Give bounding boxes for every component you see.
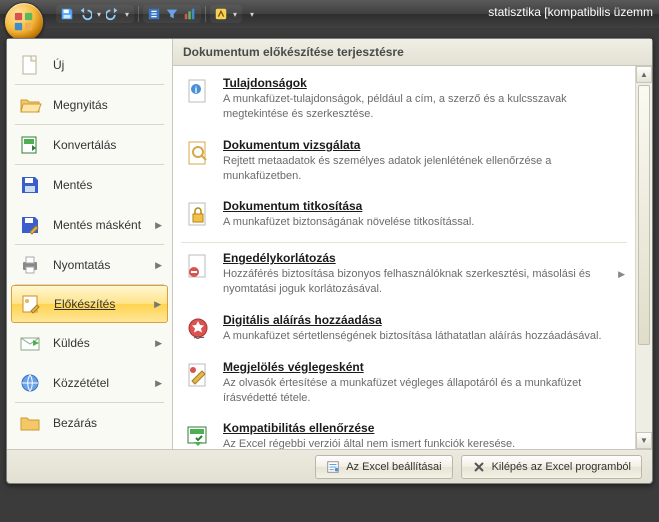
submenu-arrow-icon: ▶ xyxy=(155,260,162,271)
office-logo-icon xyxy=(13,11,35,33)
svg-text:i: i xyxy=(195,85,198,95)
close-folder-icon xyxy=(17,410,43,436)
qat-customize-icon[interactable]: ▾ xyxy=(244,6,260,22)
scroll-thumb[interactable] xyxy=(638,85,650,345)
excel-options-button[interactable]: Az Excel beállításai xyxy=(315,455,452,479)
item-desc: Az Excel régebbi verziói által nem ismer… xyxy=(223,437,625,449)
menu-label: Mentés másként xyxy=(53,218,141,232)
submenu-arrow-icon: ▶ xyxy=(618,269,625,280)
compatibility-icon xyxy=(183,421,213,449)
item-title: Dokumentum vizsgálata xyxy=(223,138,625,152)
save-icon[interactable] xyxy=(59,6,75,22)
scroll-down-button[interactable]: ▼ xyxy=(636,432,652,449)
office-menu-left: Új Megnyitás Konvertálás Mentés Mentés m… xyxy=(7,39,173,449)
submenu-arrow-icon: ▶ xyxy=(155,338,162,349)
redo-icon[interactable] xyxy=(105,6,121,22)
prepare-encrypt[interactable]: Dokumentum titkosítása A munkafüzet bizt… xyxy=(173,193,635,240)
publish-icon xyxy=(17,370,43,396)
item-desc: Az olvasók értesítése a munkafüzet végle… xyxy=(223,376,625,406)
exit-icon xyxy=(472,460,486,474)
chart-icon[interactable] xyxy=(182,6,198,22)
properties-icon: i xyxy=(183,76,213,106)
menu-item-save[interactable]: Mentés xyxy=(7,165,172,205)
item-title: Dokumentum titkosítása xyxy=(223,199,625,213)
office-menu-right: Dokumentum előkészítése terjesztésre i T… xyxy=(173,39,652,449)
signature-icon xyxy=(183,313,213,343)
dropdown-icon[interactable]: ▾ xyxy=(231,6,239,22)
item-desc: Rejtett metaadatok és személyes adatok j… xyxy=(223,154,625,184)
item-title: Megjelölés véglegesként xyxy=(223,360,625,374)
filter-icon[interactable] xyxy=(164,6,180,22)
submenu-arrow-icon: ▶ xyxy=(155,220,162,231)
quick-access-toolbar: ▾ ▾ ▾ ▾ xyxy=(56,5,260,23)
menu-label: Nyomtatás xyxy=(53,258,110,272)
office-menu-panel: Új Megnyitás Konvertálás Mentés Mentés m… xyxy=(6,38,653,484)
item-title: Digitális aláírás hozzáadása xyxy=(223,313,625,327)
scroll-track[interactable] xyxy=(636,83,652,432)
button-label: Az Excel beállításai xyxy=(346,461,441,473)
submenu-arrow-icon: ▶ xyxy=(154,299,161,310)
menu-item-close[interactable]: Bezárás xyxy=(7,403,172,443)
menu-label: Küldés xyxy=(53,336,90,350)
encrypt-icon xyxy=(183,199,213,229)
item-desc: A munkafüzet sértetlenségének biztosítás… xyxy=(223,329,625,344)
print-icon xyxy=(17,252,43,278)
menu-item-publish[interactable]: Közzététel ▶ xyxy=(7,363,172,403)
menu-label: Bezárás xyxy=(53,416,97,430)
submenu-arrow-icon: ▶ xyxy=(155,378,162,389)
window-title: statisztika [kompatibilis üzemm xyxy=(488,5,653,19)
item-title: Kompatibilitás ellenőrzése xyxy=(223,421,625,435)
separator xyxy=(181,242,627,243)
item-title: Tulajdonságok xyxy=(223,76,625,90)
menu-label: Megnyitás xyxy=(53,98,108,112)
menu-item-prepare[interactable]: Előkészítés ▶ xyxy=(11,285,168,323)
menu-label: Mentés xyxy=(53,178,92,192)
send-icon xyxy=(17,330,43,356)
office-menu-footer: Az Excel beállításai Kilépés az Excel pr… xyxy=(7,449,652,483)
item-desc: Hozzáférés biztosítása bizonyos felhaszn… xyxy=(223,267,608,297)
prepare-signature[interactable]: Digitális aláírás hozzáadása A munkafüze… xyxy=(173,307,635,354)
menu-item-save-as[interactable]: Mentés másként ▶ xyxy=(7,205,172,245)
prepare-inspect[interactable]: Dokumentum vizsgálata Rejtett metaadatok… xyxy=(173,132,635,194)
prepare-restrict[interactable]: Engedélykorlátozás Hozzáférés biztosítás… xyxy=(173,245,635,307)
button-label: Kilépés az Excel programból xyxy=(492,461,631,473)
menu-item-new[interactable]: Új xyxy=(7,45,172,85)
sort-icon[interactable] xyxy=(146,6,162,22)
prepare-properties[interactable]: i Tulajdonságok A munkafüzet-tulajdonság… xyxy=(173,70,635,132)
dropdown-icon[interactable]: ▾ xyxy=(95,6,103,22)
menu-item-send[interactable]: Küldés ▶ xyxy=(7,323,172,363)
menu-item-convert[interactable]: Konvertálás xyxy=(7,125,172,165)
save-as-icon xyxy=(17,212,43,238)
menu-item-open[interactable]: Megnyitás xyxy=(7,85,172,125)
inspect-icon xyxy=(183,138,213,168)
title-bar: ▾ ▾ ▾ ▾ statisztika [kompatibilis üzemm xyxy=(0,0,659,28)
prepare-submenu-list: i Tulajdonságok A munkafüzet-tulajdonság… xyxy=(173,66,635,449)
right-pane-header: Dokumentum előkészítése terjesztésre xyxy=(173,39,652,66)
save-icon xyxy=(17,172,43,198)
options-icon xyxy=(326,460,340,474)
menu-label: Előkészítés xyxy=(54,297,115,311)
macro-icon[interactable] xyxy=(213,6,229,22)
office-button[interactable] xyxy=(4,2,44,42)
item-desc: A munkafüzet biztonságának növelése titk… xyxy=(223,215,625,230)
item-title: Engedélykorlátozás xyxy=(223,251,608,265)
convert-icon xyxy=(17,132,43,158)
dropdown-icon[interactable]: ▾ xyxy=(123,6,131,22)
menu-label: Új xyxy=(53,58,64,72)
menu-item-print[interactable]: Nyomtatás ▶ xyxy=(7,245,172,285)
undo-icon[interactable] xyxy=(77,6,93,22)
menu-label: Közzététel xyxy=(53,376,109,390)
new-document-icon xyxy=(17,52,43,78)
mark-final-icon xyxy=(183,360,213,390)
prepare-compatibility[interactable]: Kompatibilitás ellenőrzése Az Excel rége… xyxy=(173,415,635,449)
prepare-mark-final[interactable]: Megjelölés véglegesként Az olvasók értes… xyxy=(173,354,635,416)
scroll-up-button[interactable]: ▲ xyxy=(636,66,652,83)
scrollbar[interactable]: ▲ ▼ xyxy=(635,66,652,449)
exit-excel-button[interactable]: Kilépés az Excel programból xyxy=(461,455,642,479)
item-desc: A munkafüzet-tulajdonságok, például a cí… xyxy=(223,92,625,122)
prepare-icon xyxy=(18,291,44,317)
open-folder-icon xyxy=(17,92,43,118)
restrict-icon xyxy=(183,251,213,281)
menu-label: Konvertálás xyxy=(53,138,116,152)
